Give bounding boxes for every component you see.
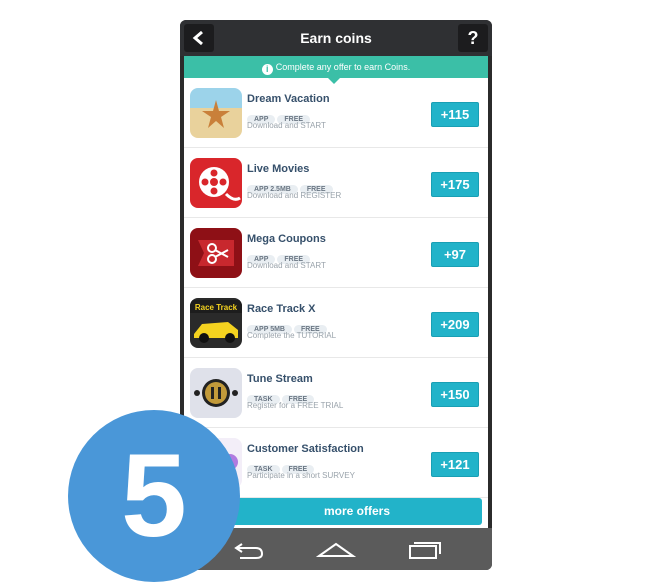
offer-row-race-track-x[interactable]: Race Track Race Track X APP 5MB FREE Comp… (184, 288, 488, 358)
coins-button[interactable]: +115 (431, 102, 479, 127)
offer-name: Live Movies (247, 163, 310, 175)
banner-text: Complete any offer to earn Coins. (275, 62, 411, 72)
page-title: Earn coins (300, 30, 372, 46)
scissors-coupon-icon (190, 228, 242, 278)
offer-name: Mega Coupons (247, 233, 326, 245)
coins-button[interactable]: +97 (431, 242, 479, 267)
info-icon: i (261, 64, 273, 75)
offer-row-tune-stream[interactable]: Tune Stream TASK FREE Register for a FREE… (184, 358, 488, 428)
coins-button[interactable]: +150 (431, 382, 479, 407)
step-number-badge: 5 (68, 410, 240, 582)
offer-description: Download and START (247, 261, 326, 270)
offer-description: Download and REGISTER (247, 191, 342, 200)
coins-button[interactable]: +209 (431, 312, 479, 337)
race-car-icon: Race Track (190, 298, 242, 348)
help-button[interactable]: ? (458, 24, 488, 52)
offer-row-live-movies[interactable]: Live Movies APP 2.5MB FREE Download and R… (184, 148, 488, 218)
offer-row-dream-vacation[interactable]: Dream Vacation APP FREE Download and STAR… (184, 78, 488, 148)
offer-row-mega-coupons[interactable]: Mega Coupons APP FREE Download and START … (184, 218, 488, 288)
offer-description: Register for a FREE TRIAL (247, 401, 344, 410)
coins-button[interactable]: +121 (431, 452, 479, 477)
offer-description: Complete the TUTORIAL (247, 331, 337, 340)
offer-name: Dream Vacation (247, 93, 330, 105)
offer-description: Download and START (247, 121, 326, 130)
back-icon[interactable] (228, 536, 268, 562)
race-car-icon-logo: Race Track (195, 303, 238, 312)
starfish-beach-icon (190, 88, 242, 138)
recents-icon[interactable] (404, 536, 444, 562)
offer-name: Customer Satisfaction (247, 443, 364, 455)
coins-button[interactable]: +175 (431, 172, 479, 197)
offer-description: Participate in a short SURVEY (247, 471, 355, 480)
film-reel-icon (190, 158, 242, 208)
info-banner: i Complete any offer to earn Coins. (184, 56, 488, 78)
more-offers-button[interactable]: more offers (232, 498, 482, 525)
banner-pointer (328, 78, 340, 84)
offer-name: Tune Stream (247, 373, 313, 385)
home-icon[interactable] (316, 536, 356, 562)
app-header: Earn coins ? (180, 20, 492, 56)
offer-name: Race Track X (247, 303, 316, 315)
pause-player-icon (190, 368, 242, 418)
